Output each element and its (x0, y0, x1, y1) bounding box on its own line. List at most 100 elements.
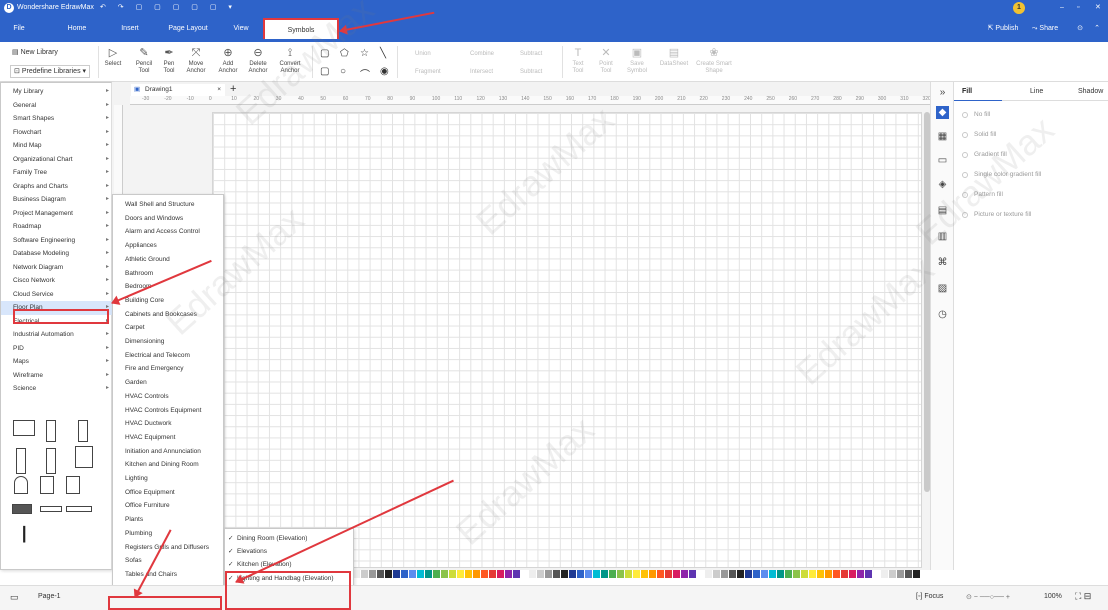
fill-option-gradient[interactable]: Gradient fill (962, 150, 1007, 160)
document-tab[interactable]: ▣ Drawing1 × (131, 84, 225, 96)
color-swatch[interactable] (529, 570, 536, 578)
rectangle-tool-icon[interactable]: ▢ (320, 48, 329, 59)
color-swatch[interactable] (761, 570, 768, 578)
floor-plan-item-alarm-and-access-control[interactable]: Alarm and Access Control (113, 225, 223, 239)
color-swatch[interactable] (809, 570, 816, 578)
color-swatch[interactable] (361, 570, 368, 578)
color-palette[interactable] (345, 570, 925, 578)
color-swatch[interactable] (745, 570, 752, 578)
floor-plan-item-doors-and-windows[interactable]: Doors and Windows (113, 212, 223, 226)
color-swatch[interactable] (409, 570, 416, 578)
color-swatch[interactable] (353, 570, 360, 578)
subtract-button[interactable]: Subtract (520, 48, 542, 60)
wall-shape[interactable] (66, 506, 92, 512)
color-swatch[interactable] (889, 570, 896, 578)
color-swatch[interactable] (537, 570, 544, 578)
color-swatch[interactable] (769, 570, 776, 578)
color-swatch[interactable] (497, 570, 504, 578)
door-shape[interactable] (66, 476, 80, 494)
color-swatch[interactable] (657, 570, 664, 578)
color-swatch[interactable] (873, 570, 880, 578)
color-swatch[interactable] (737, 570, 744, 578)
color-swatch[interactable] (401, 570, 408, 578)
menu-file[interactable]: File (8, 21, 30, 37)
color-swatch[interactable] (449, 570, 456, 578)
color-swatch[interactable] (801, 570, 808, 578)
window-shape[interactable] (46, 420, 56, 442)
combine-button[interactable]: Combine (470, 48, 494, 60)
menu-insert[interactable]: Insert (115, 21, 145, 37)
line-tool-icon[interactable]: ╲ (380, 48, 386, 59)
door-shape[interactable] (40, 476, 54, 494)
floor-plan-item-sofas[interactable]: Sofas (113, 554, 223, 568)
menu-page-layout[interactable]: Page Layout (163, 21, 213, 37)
color-swatch[interactable] (689, 570, 696, 578)
tab-shadow[interactable]: Shadow (1078, 88, 1103, 95)
fill-option-picture[interactable]: Picture or texture fill (962, 210, 1031, 220)
floor-plan-item-office-equipment[interactable]: Office Equipment (113, 486, 223, 500)
floor-plan-item-office-furniture[interactable]: Office Furniture (113, 499, 223, 513)
convert-anchor-button[interactable]: ⟟ Convert Anchor (276, 47, 304, 75)
avatar[interactable]: 1 (1013, 2, 1025, 14)
fill-panel-icon[interactable]: ◆ (936, 106, 949, 119)
color-swatch[interactable] (841, 570, 848, 578)
library-item-network-diagram[interactable]: Network Diagram ▸ (1, 261, 113, 275)
window-shape[interactable] (13, 420, 35, 436)
floor-plan-item-lighting[interactable]: Lighting (113, 472, 223, 486)
color-swatch[interactable] (545, 570, 552, 578)
union-button[interactable]: Union (415, 48, 431, 60)
floor-plan-item-fire-and-emergency[interactable]: Fire and Emergency (113, 362, 223, 376)
library-item-cloud-service[interactable]: Cloud Service ▸ (1, 288, 113, 302)
subtract-button-2[interactable]: Subtract (520, 66, 542, 78)
text-tool-button[interactable]: T Text Tool (568, 47, 588, 75)
color-swatch[interactable] (585, 570, 592, 578)
floor-plan-item-carpet[interactable]: Carpet (113, 321, 223, 335)
add-page-icon[interactable]: + (230, 83, 236, 95)
color-swatch[interactable] (569, 570, 576, 578)
floor-plan-item-wall-shell-and-structure[interactable]: Wall Shell and Structure (113, 198, 223, 212)
color-swatch[interactable] (905, 570, 912, 578)
tab-line[interactable]: Line (1030, 88, 1043, 95)
pencil-tool-button[interactable]: ✎ Pencil Tool (134, 47, 154, 75)
color-swatch[interactable] (433, 570, 440, 578)
pentagon-tool-icon[interactable]: ⬠ (340, 48, 349, 59)
intersect-button[interactable]: Intersect (470, 66, 493, 78)
library-item-software-engineering[interactable]: Software Engineering ▸ (1, 234, 113, 248)
color-swatch[interactable] (697, 570, 704, 578)
close-tab-icon[interactable]: × (217, 84, 221, 96)
donut-tool-icon[interactable]: ◉ (380, 66, 389, 77)
color-swatch[interactable] (913, 570, 920, 578)
maximize-icon[interactable]: ▫ (1077, 0, 1079, 16)
zoom-level[interactable]: 100% (1044, 593, 1062, 600)
fill-option-pattern[interactable]: Pattern fill (962, 190, 1003, 200)
color-swatch[interactable] (849, 570, 856, 578)
focus-button[interactable]: [◦] Focus (916, 593, 943, 600)
wall-shape[interactable] (12, 504, 32, 514)
add-anchor-button[interactable]: ⊕ Add Anchor (216, 47, 240, 75)
floor-plan-item-hvac-ductwork[interactable]: HVAC Ductwork (113, 417, 223, 431)
pen-tool-button[interactable]: ✒ Pen Tool (159, 47, 179, 75)
color-swatch[interactable] (681, 570, 688, 578)
library-item-science[interactable]: Science ▸ (1, 382, 113, 396)
color-swatch[interactable] (377, 570, 384, 578)
arc-tool-icon[interactable]: ⌒ (360, 66, 370, 81)
color-swatch[interactable] (481, 570, 488, 578)
fill-option-no-fill[interactable]: No fill (962, 110, 990, 120)
color-swatch[interactable] (489, 570, 496, 578)
floor-plan-item-cabinets-and-bookcases[interactable]: Cabinets and Bookcases (113, 308, 223, 322)
color-swatch[interactable] (617, 570, 624, 578)
color-swatch[interactable] (441, 570, 448, 578)
color-swatch[interactable] (825, 570, 832, 578)
fragment-button[interactable]: Fragment (415, 66, 441, 78)
library-item-mind-map[interactable]: Mind Map ▸ (1, 139, 113, 153)
wall-shape[interactable] (40, 506, 62, 512)
history-panel-icon[interactable]: ◷ (936, 308, 949, 321)
fill-option-solid[interactable]: Solid fill (962, 130, 996, 140)
fill-option-single-gradient[interactable]: Single color gradient fill (962, 170, 1041, 180)
create-smart-shape-button[interactable]: ❀ Create Smart Shape (694, 47, 734, 75)
color-swatch[interactable] (793, 570, 800, 578)
point-tool-button[interactable]: ✕ Point Tool (596, 47, 616, 75)
color-swatch[interactable] (505, 570, 512, 578)
save-symbol-button[interactable]: ▣ Save Symbol (624, 47, 650, 75)
library-item-graphs-and-charts[interactable]: Graphs and Charts ▸ (1, 180, 113, 194)
